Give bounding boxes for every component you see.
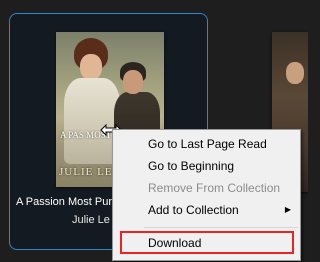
submenu-arrow-icon: ▶ <box>284 205 291 214</box>
menu-item-go-to-last-page-read[interactable]: Go to Last Page Read <box>113 133 300 155</box>
cover-figure-woman-face <box>80 54 102 80</box>
menu-item-label: Go to Last Page Read <box>148 137 267 151</box>
menu-item-add-to-collection[interactable]: Add to Collection ▶ <box>113 199 300 221</box>
next-book-cover-face <box>286 62 304 84</box>
menu-item-go-to-beginning[interactable]: Go to Beginning <box>113 155 300 177</box>
context-menu: Go to Last Page Read Go to Beginning Rem… <box>112 129 301 261</box>
menu-separator <box>144 227 298 228</box>
menu-item-remove-from-collection: Remove From Collection <box>113 177 300 199</box>
cover-figure-man-face <box>123 70 143 94</box>
menu-item-label: Add to Collection <box>148 203 239 217</box>
library-view: A PAS MOST JULIE LE A Passion Most Pur J… <box>0 0 308 262</box>
menu-item-label: Remove From Collection <box>148 181 281 195</box>
menu-item-label: Go to Beginning <box>148 159 235 173</box>
download-highlight-box <box>120 231 294 254</box>
